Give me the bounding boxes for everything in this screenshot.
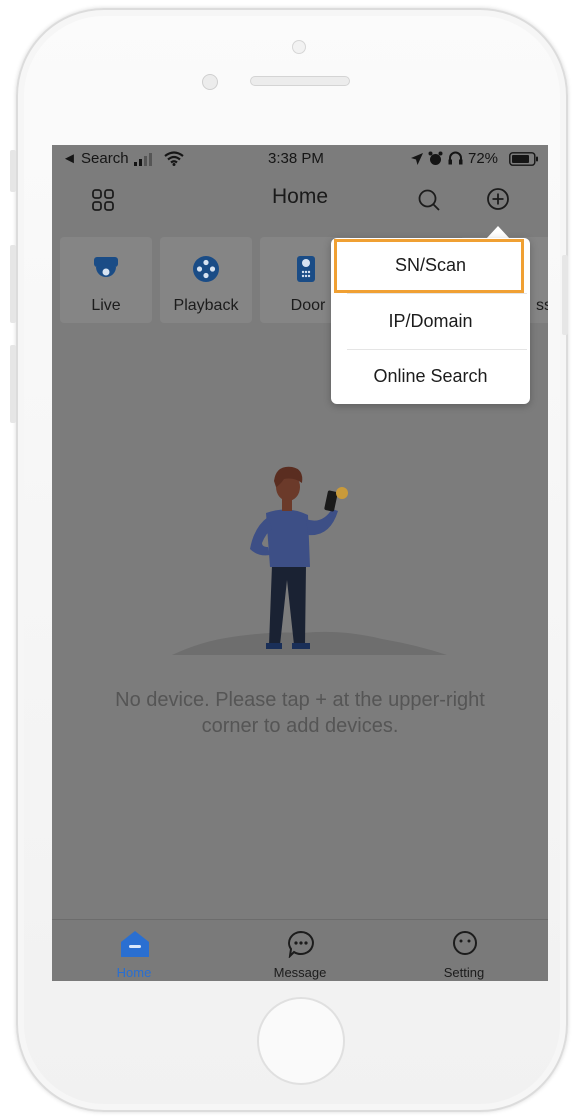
setting-face-icon	[453, 931, 477, 955]
side-button	[10, 150, 16, 192]
camera-dome-icon	[94, 257, 118, 277]
battery-icon	[509, 152, 538, 166]
power-button	[562, 255, 568, 335]
home-hardware-button[interactable]	[257, 997, 345, 1085]
tab-setting[interactable]: Setting	[404, 920, 524, 981]
tab-message[interactable]: Message	[240, 920, 360, 981]
signal-icon	[134, 153, 152, 166]
playback-reel-icon	[193, 256, 219, 282]
page-title: Home	[271, 185, 329, 208]
tab-label: Home	[116, 965, 152, 980]
menu-item-ip-domain[interactable]: IP/Domain	[331, 294, 530, 349]
tab-home[interactable]: Home	[74, 920, 194, 981]
volume-up-button	[10, 245, 16, 323]
add-device-icon[interactable]	[486, 187, 510, 211]
tool-label: Playback	[173, 297, 239, 314]
tab-label: Setting	[443, 965, 485, 980]
tool-playback[interactable]: Playback	[160, 237, 252, 323]
empty-state-illustration	[172, 466, 447, 655]
empty-state-message: No device. Please tap + at the upper-rig…	[115, 689, 485, 737]
proximity-sensor	[202, 74, 218, 90]
menu-item-online-search[interactable]: Online Search	[331, 349, 530, 404]
volume-down-button	[10, 345, 16, 423]
tab-label: Message	[273, 965, 327, 980]
status-time: 3:38 PM	[268, 150, 324, 167]
search-icon[interactable]	[417, 188, 441, 212]
tool-live[interactable]: Live	[60, 237, 152, 323]
highlight-box	[334, 239, 524, 293]
wifi-icon	[164, 151, 184, 166]
home-icon	[121, 931, 149, 957]
earpiece-speaker	[250, 76, 350, 86]
battery-percent: 72%	[468, 150, 499, 167]
message-bubble-icon	[288, 930, 314, 958]
front-camera	[292, 40, 306, 54]
location-icon	[411, 153, 423, 165]
nav-bar: Home	[52, 173, 548, 225]
headphones-icon	[448, 151, 463, 165]
doorbell-icon	[297, 256, 315, 282]
alarm-icon	[428, 151, 443, 165]
tool-label: Live	[91, 297, 121, 314]
back-to-search-link[interactable]: ◄ Search	[62, 150, 129, 167]
tab-bar: Home Message Setting	[52, 919, 548, 981]
status-bar: ◄ Search 3:38 PM 72%	[52, 145, 548, 173]
